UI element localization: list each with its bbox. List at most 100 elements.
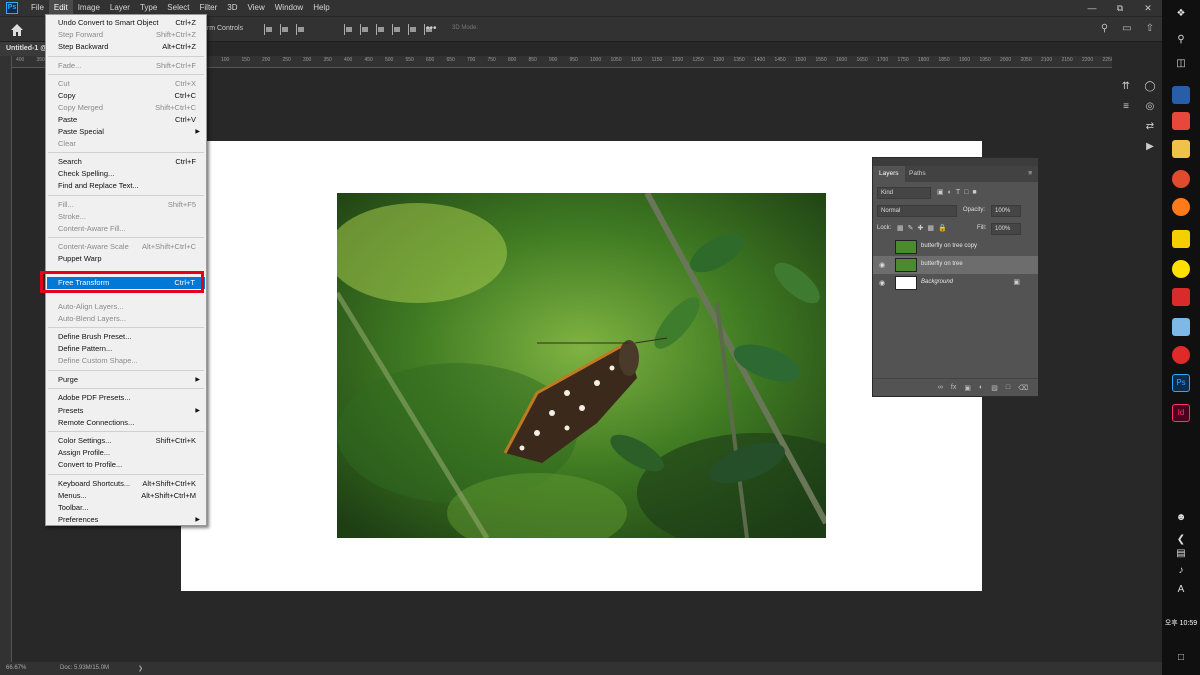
align-bottom-icon[interactable] xyxy=(296,24,306,35)
filter-icons[interactable]: ▣◐T□■ xyxy=(937,188,981,196)
task-view-icon[interactable]: ◫ xyxy=(1162,58,1200,69)
menu-window[interactable]: Window xyxy=(270,0,308,16)
link-icon[interactable]: ∞ xyxy=(938,384,943,391)
lock-icons[interactable]: ▦✎✚▦🔒 xyxy=(897,224,951,232)
libraries-icon[interactable]: ◎ xyxy=(1143,100,1157,114)
tray-chevron-icon[interactable]: ❮ xyxy=(1162,534,1200,545)
photoshop-taskbar-icon[interactable]: Ps xyxy=(1172,374,1190,392)
more-options-icon[interactable]: ••• xyxy=(426,23,437,34)
minimize-icon[interactable]: — xyxy=(1078,0,1106,16)
menu-item-puppet-warp[interactable]: Puppet Warp xyxy=(58,253,196,265)
menu-item-step-backward[interactable]: Step Backward Alt+Ctrl+Z xyxy=(58,41,196,53)
menu-item-define-pattern[interactable]: Define Pattern... xyxy=(58,343,196,355)
notification-icon[interactable]: □ xyxy=(1162,652,1200,663)
tab-layers[interactable]: Layers xyxy=(873,166,905,182)
app-icon-red[interactable] xyxy=(1172,288,1190,306)
vertical-ruler[interactable] xyxy=(0,56,12,662)
ruler-tick-label: 450 xyxy=(364,57,373,63)
mask-icon[interactable]: ▣ xyxy=(964,384,971,392)
learn-icon[interactable]: ◯ xyxy=(1143,80,1157,94)
sticky-notes-icon[interactable] xyxy=(1172,230,1190,248)
blend-mode-select[interactable]: Normal xyxy=(877,205,957,217)
app-icon-2[interactable] xyxy=(1172,112,1190,130)
adjustments-icon[interactable]: ≡ xyxy=(1119,100,1133,114)
new-layer-icon[interactable]: □ xyxy=(1006,384,1010,391)
menu-item-preferences[interactable]: Preferences ▶ xyxy=(58,514,200,526)
menu-item-shortcut: Ctrl+V xyxy=(174,115,196,124)
layer-row-background[interactable]: ◉ Background ▣ xyxy=(873,274,1038,292)
menu-3d[interactable]: 3D xyxy=(222,0,242,16)
chrome-icon[interactable] xyxy=(1172,170,1190,188)
fill-input[interactable]: 100% xyxy=(991,223,1021,235)
clock[interactable]: 오후 10:59 xyxy=(1162,618,1200,628)
menu-item-adobe-pdf-presets[interactable]: Adobe PDF Presets... xyxy=(58,392,196,404)
brush-settings-icon[interactable]: ⇈ xyxy=(1119,80,1133,94)
menu-item-color-settings[interactable]: Color Settings... Shift+Ctrl+K xyxy=(58,435,196,447)
menu-item-paste-special[interactable]: Paste Special ▶ xyxy=(58,126,200,138)
menu-item-copy[interactable]: Copy Ctrl+C xyxy=(58,90,196,102)
share-icon[interactable]: ⇧ xyxy=(1146,23,1154,34)
creative-cloud-icon[interactable] xyxy=(1172,346,1190,364)
firefox-icon[interactable] xyxy=(1172,198,1190,216)
ime-indicator[interactable]: A xyxy=(1162,584,1200,595)
volume-icon[interactable]: ♪ xyxy=(1162,565,1200,576)
workspace-icon[interactable]: ▭ xyxy=(1122,23,1131,34)
distribute-vcenter-icon[interactable] xyxy=(360,24,370,35)
properties-icon[interactable]: ⇄ xyxy=(1143,120,1157,134)
menu-item-find-and-replace-text[interactable]: Find and Replace Text... xyxy=(58,180,196,192)
home-icon[interactable] xyxy=(10,23,24,37)
menu-help[interactable]: Help xyxy=(308,0,334,16)
menu-item-undo-convert-to-smart-object[interactable]: Undo Convert to Smart Object Ctrl+Z xyxy=(58,17,196,29)
layer-row-selected[interactable]: ◉ butterfly on tree xyxy=(873,256,1038,274)
distribute-bottom-icon[interactable] xyxy=(376,24,386,35)
tab-paths[interactable]: Paths xyxy=(903,166,932,182)
play-icon[interactable]: ▶ xyxy=(1143,140,1157,154)
panel-menu-icon[interactable]: ≡ xyxy=(1022,166,1038,182)
distribute-top-icon[interactable] xyxy=(344,24,354,35)
windows-start-icon[interactable]: ❖ xyxy=(1162,8,1200,19)
network-icon[interactable]: ▤ xyxy=(1162,548,1200,559)
menu-item-presets[interactable]: Presets ▶ xyxy=(58,405,200,417)
status-arrow-icon[interactable]: ❯ xyxy=(138,665,143,672)
distribute-left-icon[interactable] xyxy=(392,24,402,35)
trash-icon[interactable]: ⌫ xyxy=(1018,384,1028,392)
kakaotalk-icon[interactable] xyxy=(1172,260,1190,278)
zoom-level[interactable]: 66.67% xyxy=(6,665,26,671)
menu-item-label: Find and Replace Text... xyxy=(58,181,139,190)
menu-item-assign-profile[interactable]: Assign Profile... xyxy=(58,447,196,459)
eye-icon[interactable]: ◉ xyxy=(879,279,885,287)
align-vcenter-icon[interactable] xyxy=(280,24,290,35)
search-icon[interactable]: ⚲ xyxy=(1162,34,1200,45)
menu-item-keyboard-shortcuts[interactable]: Keyboard Shortcuts... Alt+Shift+Ctrl+K xyxy=(58,478,196,490)
eye-icon[interactable]: ◉ xyxy=(879,261,885,269)
distribute-hcenter-icon[interactable] xyxy=(408,24,418,35)
opacity-input[interactable]: 100% xyxy=(991,205,1021,217)
search-icon[interactable]: ⚲ xyxy=(1101,23,1108,34)
menu-item-menus[interactable]: Menus... Alt+Shift+Ctrl+M xyxy=(58,490,196,502)
filter-kind-select[interactable]: Kind xyxy=(877,187,931,199)
restore-icon[interactable]: ⧉ xyxy=(1106,0,1134,16)
menu-item-convert-to-profile[interactable]: Convert to Profile... xyxy=(58,459,196,471)
menu-item-search[interactable]: Search Ctrl+F xyxy=(58,156,196,168)
file-explorer-icon[interactable] xyxy=(1172,140,1190,158)
menu-item-remote-connections[interactable]: Remote Connections... xyxy=(58,417,196,429)
menu-item-free-transform[interactable]: Free Transform Ctrl+T xyxy=(47,277,205,289)
butterfly-photo[interactable] xyxy=(337,193,826,538)
align-top-icon[interactable] xyxy=(264,24,274,35)
menu-item-check-spelling[interactable]: Check Spelling... xyxy=(58,168,196,180)
menu-item-define-brush-preset[interactable]: Define Brush Preset... xyxy=(58,331,196,343)
people-icon[interactable]: ☻ xyxy=(1162,512,1200,523)
layers-panel-titlebar[interactable] xyxy=(873,158,1038,166)
group-icon[interactable]: ▧ xyxy=(991,384,998,392)
menu-item-toolbar[interactable]: Toolbar... xyxy=(58,502,196,514)
indesign-taskbar-icon[interactable]: Id xyxy=(1172,404,1190,422)
close-icon[interactable]: ✕ xyxy=(1134,0,1162,16)
layer-row[interactable]: butterfly on tree copy xyxy=(873,238,1038,256)
menu-view[interactable]: View xyxy=(243,0,270,16)
menu-item-purge[interactable]: Purge ▶ xyxy=(58,374,200,386)
fx-icon[interactable]: fx xyxy=(951,384,956,391)
menu-item-paste[interactable]: Paste Ctrl+V xyxy=(58,114,196,126)
app-icon-1[interactable] xyxy=(1172,86,1190,104)
adjustment-layer-icon[interactable]: ◐ xyxy=(979,384,983,391)
app-icon-cube[interactable] xyxy=(1172,318,1190,336)
